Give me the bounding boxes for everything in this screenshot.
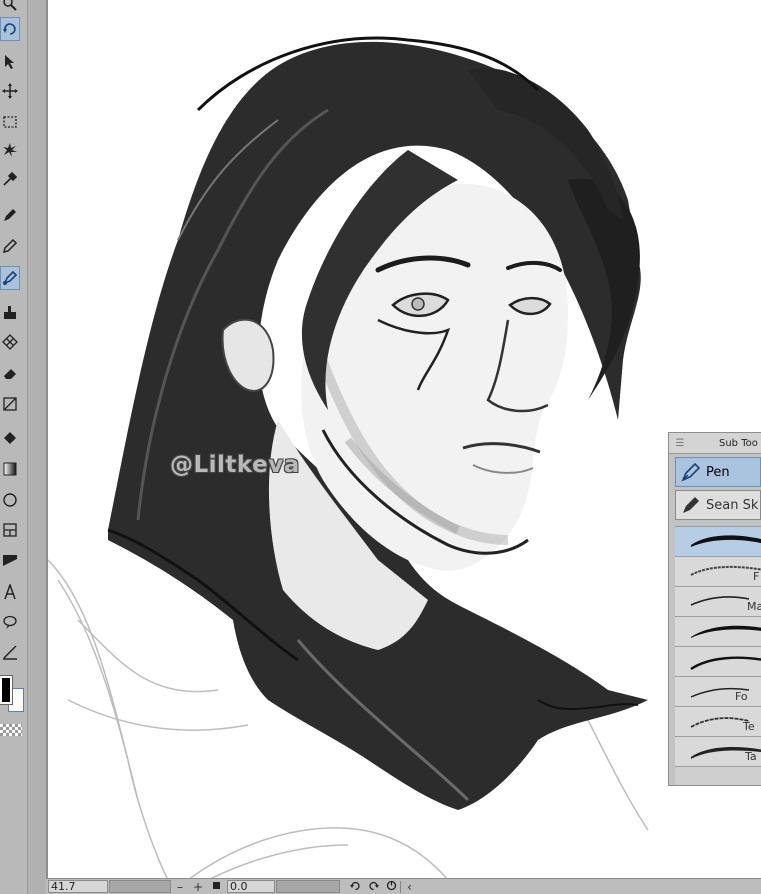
object-select-tool-icon [5, 55, 14, 69]
status-bar: 41.7 – + 0.0 ‹ [46, 878, 761, 894]
fit-view-button[interactable] [207, 880, 225, 893]
rotate-left-icon [349, 881, 360, 891]
move-layer-tool[interactable] [0, 79, 20, 103]
tool-palette [0, 0, 28, 894]
sub-tool-titlebar[interactable]: ☰ Sub Too [669, 433, 761, 454]
eraser-tool-icon [4, 369, 16, 379]
brush-item[interactable]: Ma [675, 587, 761, 617]
frame-border-tool[interactable] [0, 518, 20, 542]
rectangle-selection-tool[interactable] [0, 110, 20, 134]
subtool-group-sean-label: Sean Sk [706, 497, 759, 513]
watermark-text: @Liltkeva [170, 452, 300, 478]
rotate-right-button[interactable] [364, 880, 382, 893]
sub-tool-panel: ☰ Sub Too Pen Sean Sk F Ma [668, 432, 761, 786]
app-window: @Liltkeva ☰ Sub Too Pen Sean Sk F M Fo T… [0, 0, 761, 894]
brush-item-label: Te [743, 720, 755, 733]
rotate-left-button[interactable] [346, 880, 364, 893]
object-select-tool[interactable] [0, 50, 20, 74]
artwork [48, 36, 649, 880]
auto-select-tool-icon [3, 143, 17, 157]
correct-line-tool-icon [3, 645, 17, 660]
correct-line-tool[interactable] [0, 640, 20, 664]
panel-menu-icon[interactable]: ☰ [669, 438, 691, 449]
airbrush-tool[interactable] [0, 300, 20, 324]
toolbar-divider [28, 0, 46, 894]
reset-rotation-icon [386, 880, 396, 891]
brush-item-label: F [753, 570, 760, 583]
pen-tool[interactable] [0, 203, 20, 227]
text-tool[interactable] [0, 580, 20, 604]
decoration-tool-icon [2, 334, 18, 350]
rotate-view-tool-icon [3, 23, 16, 35]
reset-rotation-button[interactable] [382, 880, 400, 893]
pencil-tool-icon [2, 238, 18, 254]
brush-item[interactable]: Fo [675, 677, 761, 707]
gradient-tool[interactable] [0, 457, 20, 481]
brush-tool-icon [3, 270, 18, 285]
brush-stroke-preview [691, 535, 761, 547]
brush-item[interactable] [675, 647, 761, 677]
zoom-slider[interactable] [109, 880, 171, 893]
pencil-tool[interactable] [0, 234, 20, 258]
main-color-swatch[interactable] [0, 675, 13, 705]
rectangle-selection-tool-icon [3, 116, 17, 128]
rotate-right-icon [368, 881, 379, 891]
figure-tool[interactable] [0, 488, 20, 512]
brush-list: F Ma Fo Te T [675, 526, 761, 767]
text-tool-icon [4, 584, 16, 600]
eraser-tool[interactable] [0, 361, 20, 385]
brush-item[interactable]: Ta [675, 737, 761, 767]
fit-square-icon [212, 882, 220, 889]
brush-item[interactable]: F [675, 557, 761, 587]
brush-stroke-preview [690, 688, 750, 698]
zoom-tool[interactable] [0, 0, 20, 16]
balloon-tool[interactable] [0, 610, 20, 634]
frame-border-tool-icon [3, 523, 17, 537]
figure-tool-icon [3, 493, 17, 507]
fill-tool-icon [4, 432, 16, 444]
zoom-input[interactable]: 41.7 [48, 880, 108, 893]
blend-tool-icon [3, 397, 17, 411]
subtool-group-sean-sketch[interactable]: Sean Sk [675, 490, 761, 520]
brush-stroke-preview [690, 565, 761, 576]
ruler-tool-icon [3, 555, 17, 566]
rotation-input[interactable]: 0.0 [227, 880, 275, 893]
brush-list-empty-area [675, 767, 761, 785]
blend-tool[interactable] [0, 392, 20, 416]
ruler-tool[interactable] [0, 548, 20, 572]
brush-stroke-preview [690, 656, 761, 671]
flip-horizontal-button[interactable]: ‹ [400, 880, 418, 893]
eyedropper-tool-icon [3, 171, 18, 186]
drawing-canvas[interactable]: @Liltkeva [48, 0, 761, 880]
rotation-slider[interactable] [276, 880, 340, 893]
brush-item-label: Ma [747, 600, 761, 613]
balloon-tool-icon [3, 615, 17, 629]
zoom-out-button[interactable]: – [171, 881, 189, 893]
subtool-group-pen-label: Pen [706, 464, 730, 480]
move-layer-tool-icon [2, 83, 18, 99]
rotate-view-tool[interactable] [0, 17, 20, 41]
brush-tool[interactable] [0, 266, 20, 290]
zoom-tool-icon [3, 0, 17, 11]
fill-tool[interactable] [0, 427, 20, 451]
eyedropper-tool[interactable] [0, 167, 20, 191]
brush-item[interactable] [675, 527, 761, 557]
airbrush-tool-icon [4, 306, 16, 319]
zoom-in-button[interactable]: + [189, 881, 207, 893]
transparent-color-swatch[interactable] [0, 724, 22, 736]
custom-pen-icon [683, 497, 699, 513]
brush-stroke-preview [691, 625, 761, 638]
auto-select-tool[interactable] [0, 138, 20, 162]
pen-nib-icon [681, 462, 701, 482]
gradient-tool-icon [3, 462, 17, 476]
brush-item-label: Fo [735, 690, 748, 703]
decoration-tool[interactable] [0, 330, 20, 354]
brush-item[interactable]: Te [675, 707, 761, 737]
sub-tool-title: Sub Too [719, 437, 758, 449]
brush-item[interactable] [675, 617, 761, 647]
pen-tool-icon [4, 209, 16, 221]
brush-item-label: Ta [745, 750, 757, 763]
subtool-group-pen[interactable]: Pen [675, 457, 761, 487]
